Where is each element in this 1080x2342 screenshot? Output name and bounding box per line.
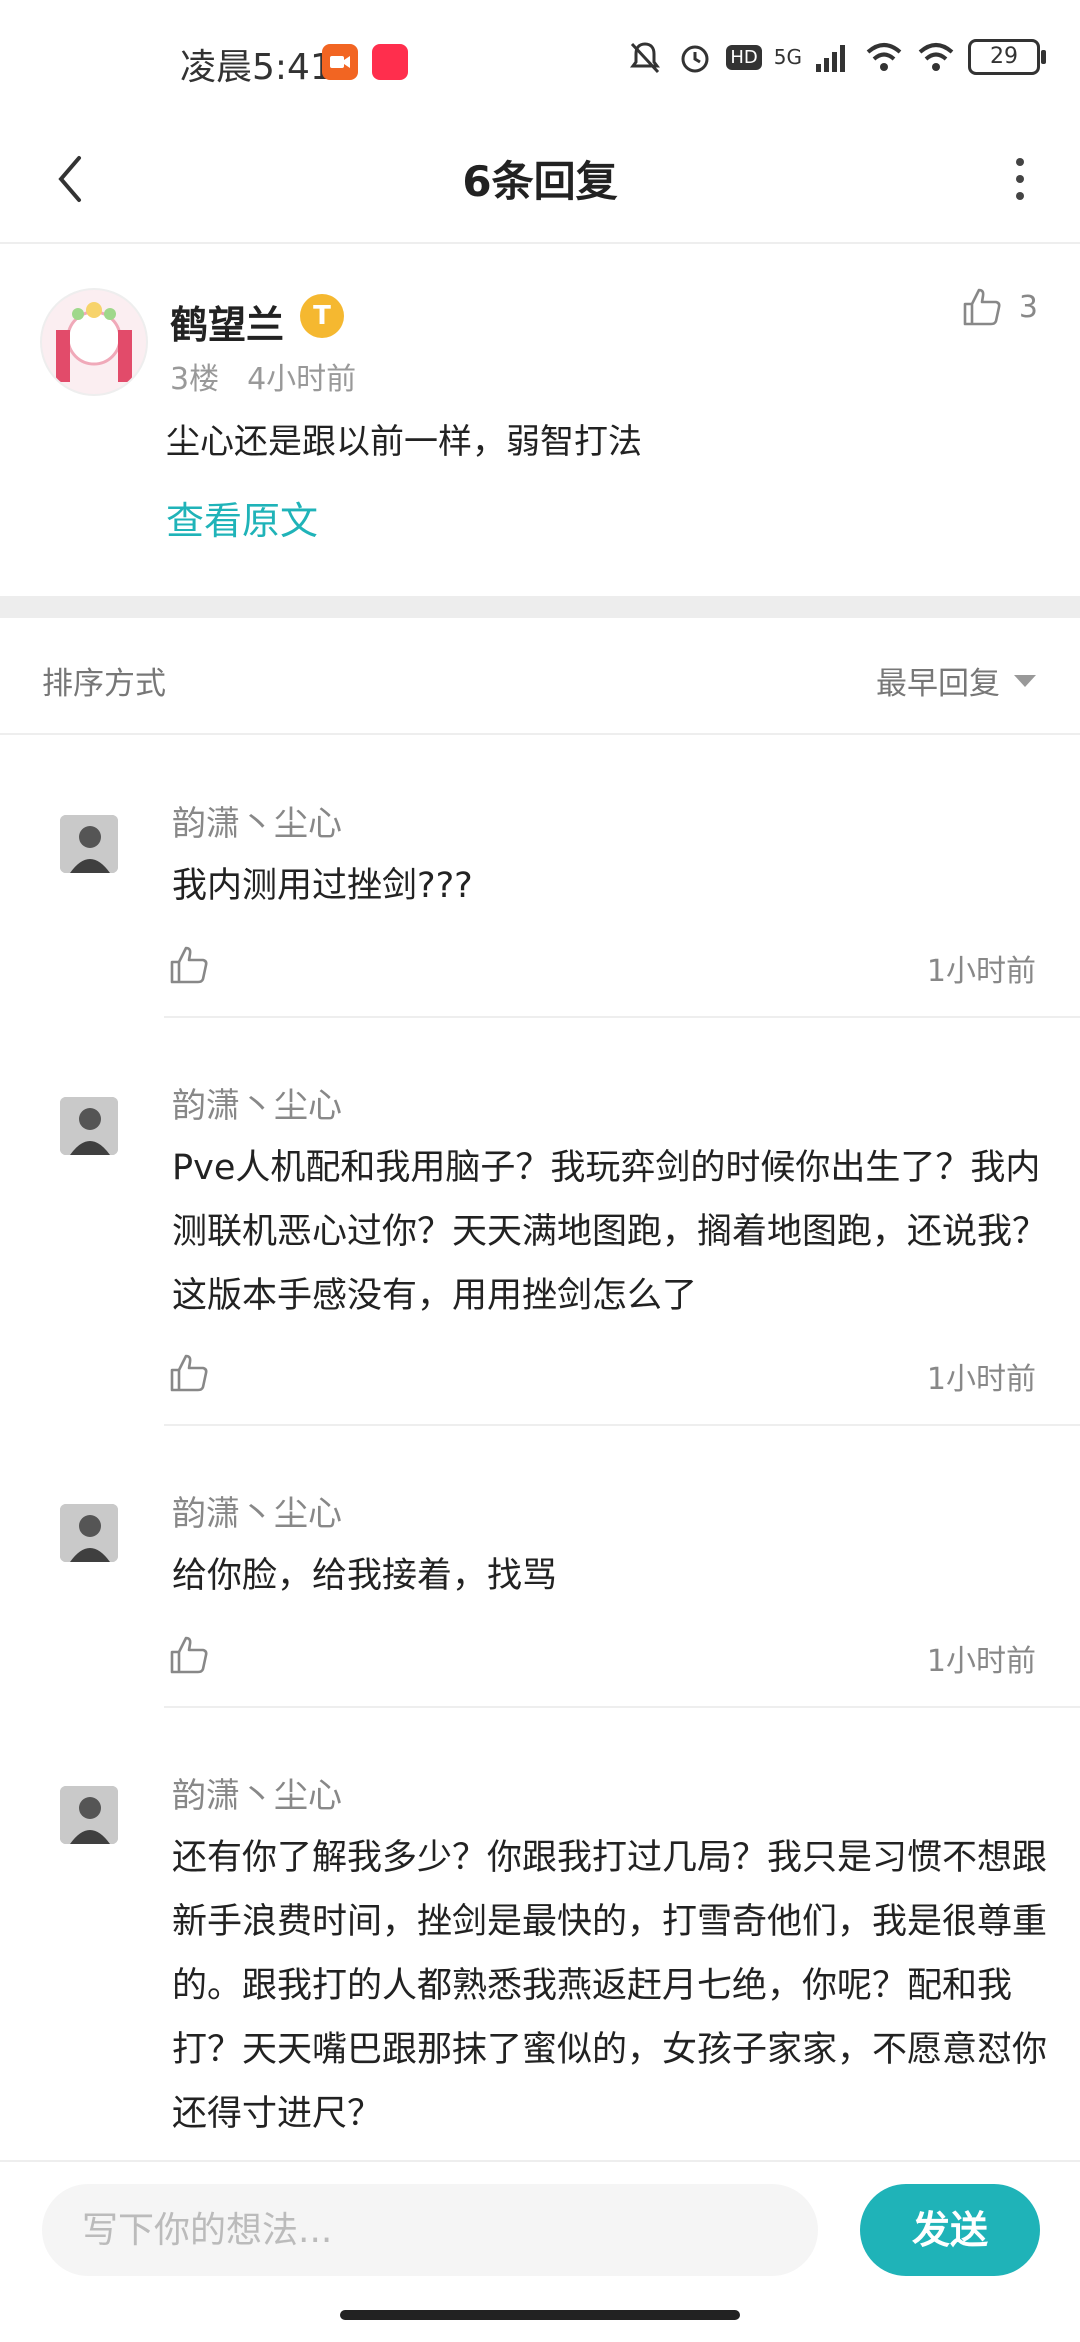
like-button[interactable]: [168, 1352, 210, 1394]
view-original-link[interactable]: 查看原文: [166, 490, 318, 545]
like-button[interactable]: [168, 944, 210, 986]
dropdown-triangle-icon: [1014, 674, 1036, 687]
reply-author[interactable]: 韵潇丶尘心: [172, 1078, 342, 1127]
reply-author[interactable]: 韵潇丶尘心: [172, 1486, 342, 1535]
reply-divider: [164, 1424, 1080, 1426]
reply-text: Pve人机配和我用脑子？我玩弈剑的时候你出生了？我内测联机恶心过你？天天满地图跑…: [172, 1148, 1048, 1316]
comment-text: 尘心还是跟以前一样，弱智打法: [166, 422, 642, 462]
like-button[interactable]: 3: [961, 286, 1038, 328]
comment-composer: 发送: [0, 2160, 1080, 2342]
more-dot-icon: [1016, 158, 1024, 166]
like-count: 3: [1018, 289, 1038, 325]
thumbs-up-icon: [170, 1636, 208, 1674]
more-dot-icon: [1016, 175, 1024, 183]
reply-time: 1小时前: [926, 1362, 1036, 1397]
reply-author[interactable]: 韵潇丶尘心: [172, 1768, 342, 1817]
header: 6条回复: [0, 120, 1080, 244]
reply-author[interactable]: 韵潇丶尘心: [172, 796, 342, 845]
thumbs-up-icon: [963, 288, 1001, 326]
sort-label: 排序方式: [42, 666, 166, 702]
reply-text: 还有你了解我多少？你跟我打过几局？我只是习惯不想跟新手浪费时间，挫剑是最快的，打…: [172, 1838, 1048, 2134]
sort-value: 最早回复: [876, 666, 1000, 702]
more-dot-icon: [1016, 192, 1024, 200]
comment-input[interactable]: [42, 2184, 818, 2276]
level-badge-icon: T: [300, 294, 344, 338]
sort-bar: 排序方式 最早回复: [0, 618, 1080, 735]
avatar[interactable]: [60, 815, 118, 873]
reply-divider: [164, 1706, 1080, 1708]
reply-text: 给你脸，给我接着，找骂: [172, 1556, 558, 1596]
hd-icon: HD: [726, 44, 762, 70]
mute-bell-icon: [630, 42, 661, 74]
post-meta: 3楼 4小时前: [170, 354, 356, 398]
avatar[interactable]: [40, 288, 148, 396]
xiaohongshu-app-icon: [372, 44, 408, 80]
status-bar: 凌晨5:41 HD 5G 29: [0, 0, 1080, 120]
wifi-icon-2: [918, 43, 954, 71]
signal-icon: [816, 45, 845, 72]
wifi-icon: [866, 43, 902, 71]
like-button[interactable]: [168, 1634, 210, 1676]
post-time: 4小时前: [247, 362, 357, 397]
reply-time: 1小时前: [926, 954, 1036, 989]
reply-time: 1小时前: [926, 1644, 1036, 1679]
reply-text: 我内测用过挫剑???: [172, 866, 473, 906]
floor-number: 3楼: [170, 362, 220, 397]
battery-icon: 29: [968, 39, 1046, 75]
reply-divider: [164, 1016, 1080, 1018]
page-title: 6条回复: [462, 157, 618, 206]
thumbs-up-icon: [170, 1354, 208, 1392]
avatar[interactable]: [60, 1097, 118, 1155]
section-divider: [0, 596, 1080, 618]
network-label: 5G: [773, 45, 802, 69]
more-options-button[interactable]: [990, 144, 1050, 214]
avatar[interactable]: [60, 1786, 118, 1844]
status-icons: HD 5G 29: [626, 38, 1046, 76]
author-name[interactable]: 鹤望兰: [170, 294, 284, 349]
avatar[interactable]: [60, 1504, 118, 1562]
main-comment: 鹤望兰 T 3楼 4小时前 3 尘心还是跟以前一样，弱智打法 查看原文: [0, 244, 1080, 594]
home-indicator[interactable]: [340, 2310, 740, 2320]
thumbs-up-icon: [170, 946, 208, 984]
status-time: 凌晨5:41: [180, 47, 333, 88]
sort-dropdown[interactable]: 最早回复: [876, 658, 1036, 703]
send-button[interactable]: 发送: [860, 2184, 1040, 2276]
video-app-icon: [322, 44, 358, 80]
alarm-icon: [681, 45, 709, 73]
